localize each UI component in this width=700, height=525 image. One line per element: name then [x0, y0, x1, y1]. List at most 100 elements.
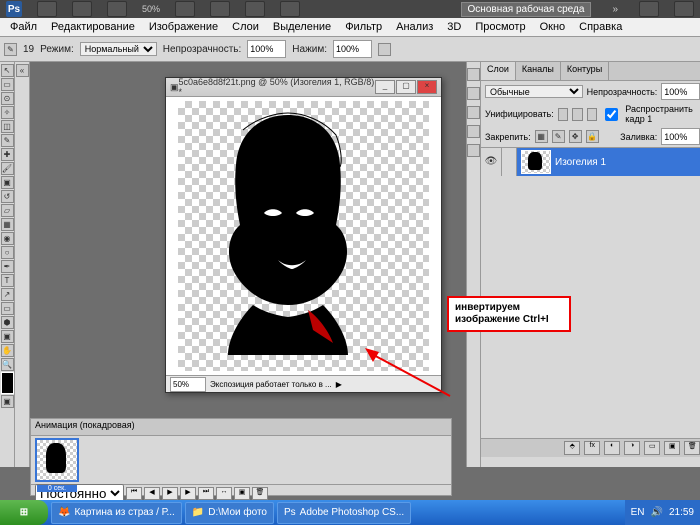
tray-icon[interactable]: 🔊: [651, 507, 663, 518]
opacity-input[interactable]: [247, 40, 286, 58]
unify-vis-icon[interactable]: [572, 108, 583, 121]
layer-name[interactable]: Изогелия 1: [555, 157, 606, 168]
zoom-level[interactable]: 50%: [142, 4, 160, 14]
hand-tool-icon[interactable]: ✋: [1, 344, 14, 357]
eyedropper-tool-icon[interactable]: ✎: [1, 134, 14, 147]
minimize-button[interactable]: _: [375, 80, 395, 94]
close-button[interactable]: ×: [417, 80, 437, 94]
play-icon[interactable]: ▶: [162, 487, 178, 500]
swatches-panel-icon[interactable]: [467, 87, 480, 100]
wand-tool-icon[interactable]: ✧: [1, 106, 14, 119]
stamp-tool-icon[interactable]: ▣: [1, 176, 14, 189]
menu-help[interactable]: Справка: [573, 20, 628, 34]
collapse-icon[interactable]: «: [16, 64, 29, 77]
chevron-right-icon[interactable]: »: [612, 4, 618, 15]
layer-item[interactable]: 👁 Изогелия 1: [481, 148, 700, 176]
brush-size[interactable]: 19: [23, 44, 34, 55]
maximize-button[interactable]: ▢: [396, 80, 416, 94]
play-icon[interactable]: ▶: [336, 380, 342, 389]
layer-thumbnail[interactable]: [521, 150, 551, 174]
path-tool-icon[interactable]: ↗: [1, 288, 14, 301]
masks-panel-icon[interactable]: [467, 144, 480, 157]
menu-file[interactable]: Файл: [4, 20, 43, 34]
flow-input[interactable]: [333, 40, 372, 58]
new-frame-icon[interactable]: ▣: [234, 487, 250, 500]
doc-status-text[interactable]: Экспозиция работает только в ...: [210, 380, 332, 389]
lock-all-icon[interactable]: 🔒: [586, 130, 599, 143]
pen-tool-icon[interactable]: ✒: [1, 260, 14, 273]
taskbar-item[interactable]: 📁D:\Мои фото: [185, 502, 274, 524]
camera-tool-icon[interactable]: ▣: [1, 330, 14, 343]
delete-layer-icon[interactable]: 🗑: [684, 441, 700, 455]
lasso-tool-icon[interactable]: ⊙: [1, 92, 14, 105]
lock-pos-icon[interactable]: ✥: [569, 130, 582, 143]
zoom-tool-icon[interactable]: 🔍: [1, 358, 14, 371]
visibility-eye-icon[interactable]: 👁: [481, 148, 502, 176]
prev-frame-icon[interactable]: ◀: [144, 487, 160, 500]
menu-layers[interactable]: Слои: [226, 20, 265, 34]
fill-input[interactable]: [661, 128, 700, 145]
tween-icon[interactable]: ↔: [216, 487, 232, 500]
styles-panel-icon[interactable]: [467, 106, 480, 119]
menu-edit[interactable]: Редактирование: [45, 20, 141, 34]
dodge-tool-icon[interactable]: ○: [1, 246, 14, 259]
arrange-docs-icon[interactable]: [280, 1, 300, 17]
layer-blend-select[interactable]: Обычные: [485, 85, 583, 98]
quickmask-icon[interactable]: ▣: [1, 395, 14, 408]
menu-window[interactable]: Окно: [534, 20, 572, 34]
frame-duration[interactable]: 0 сек.: [37, 485, 77, 492]
doc-zoom-input[interactable]: [170, 377, 206, 392]
delete-frame-icon[interactable]: 🗑: [252, 487, 268, 500]
airbrush-icon[interactable]: [378, 43, 391, 56]
gradient-tool-icon[interactable]: ▦: [1, 218, 14, 231]
blend-mode-select[interactable]: Нормальный: [80, 42, 157, 56]
adjustments-panel-icon[interactable]: [467, 125, 480, 138]
link-layers-icon[interactable]: ⬘: [564, 441, 580, 455]
type-tool-icon[interactable]: T: [1, 274, 14, 287]
unify-pos-icon[interactable]: [558, 108, 569, 121]
menu-image[interactable]: Изображение: [143, 20, 224, 34]
color-panel-icon[interactable]: [467, 68, 480, 81]
unify-style-icon[interactable]: [587, 108, 598, 121]
history-brush-icon[interactable]: ↺: [1, 190, 14, 203]
tab-paths[interactable]: Контуры: [561, 62, 609, 80]
animation-frame-1[interactable]: 0 сек.: [35, 438, 79, 482]
color-swatch-icon[interactable]: [1, 372, 14, 394]
rotate-view-icon[interactable]: [245, 1, 265, 17]
clock[interactable]: 21:59: [669, 507, 694, 518]
adj-layer-icon[interactable]: ◑: [624, 441, 640, 455]
crop-tool-icon[interactable]: ◫: [1, 120, 14, 133]
csline2-icon[interactable]: [674, 1, 694, 17]
start-button[interactable]: ⊞: [0, 500, 48, 525]
menu-select[interactable]: Выделение: [267, 20, 337, 34]
layer-mask-icon[interactable]: ◐: [604, 441, 620, 455]
layer-fx-icon[interactable]: fx: [584, 441, 600, 455]
layer-link-icon[interactable]: [502, 148, 517, 176]
document-canvas[interactable]: [166, 97, 441, 375]
menu-analysis[interactable]: Анализ: [390, 20, 439, 34]
new-layer-icon[interactable]: ▣: [664, 441, 680, 455]
csline-icon[interactable]: [639, 1, 659, 17]
workspace-switcher[interactable]: Основная рабочая среда: [461, 2, 592, 17]
lock-trans-icon[interactable]: ▦: [535, 130, 548, 143]
menu-view[interactable]: Просмотр: [469, 20, 531, 34]
lang-indicator[interactable]: EN: [631, 507, 645, 518]
menu-filter[interactable]: Фильтр: [339, 20, 388, 34]
screen-mode-icon[interactable]: [37, 1, 57, 17]
menu-3d[interactable]: 3D: [441, 20, 467, 34]
eraser-tool-icon[interactable]: ▱: [1, 204, 14, 217]
healing-tool-icon[interactable]: ✚: [1, 148, 14, 161]
tab-channels[interactable]: Каналы: [516, 62, 561, 80]
animation-panel[interactable]: Анимация (покадровая) 0 сек. Постоянно ⏮…: [30, 418, 452, 496]
layer-list[interactable]: 👁 Изогелия 1: [481, 147, 700, 438]
tab-layers[interactable]: Слои: [481, 62, 516, 80]
move-tool-icon[interactable]: ↖: [1, 64, 14, 77]
blur-tool-icon[interactable]: ◉: [1, 232, 14, 245]
last-frame-icon[interactable]: ⏭: [198, 487, 214, 500]
view-extras-icon[interactable]: [107, 1, 127, 17]
shape-tool-icon[interactable]: ▭: [1, 302, 14, 315]
zoom-tool-icon[interactable]: [210, 1, 230, 17]
launch-bridge-icon[interactable]: [72, 1, 92, 17]
spread-checkbox[interactable]: [605, 108, 618, 121]
document-titlebar[interactable]: ▣ 5c0a6e8d8f21t.png @ 50% (Изогелия 1, R…: [166, 78, 441, 97]
